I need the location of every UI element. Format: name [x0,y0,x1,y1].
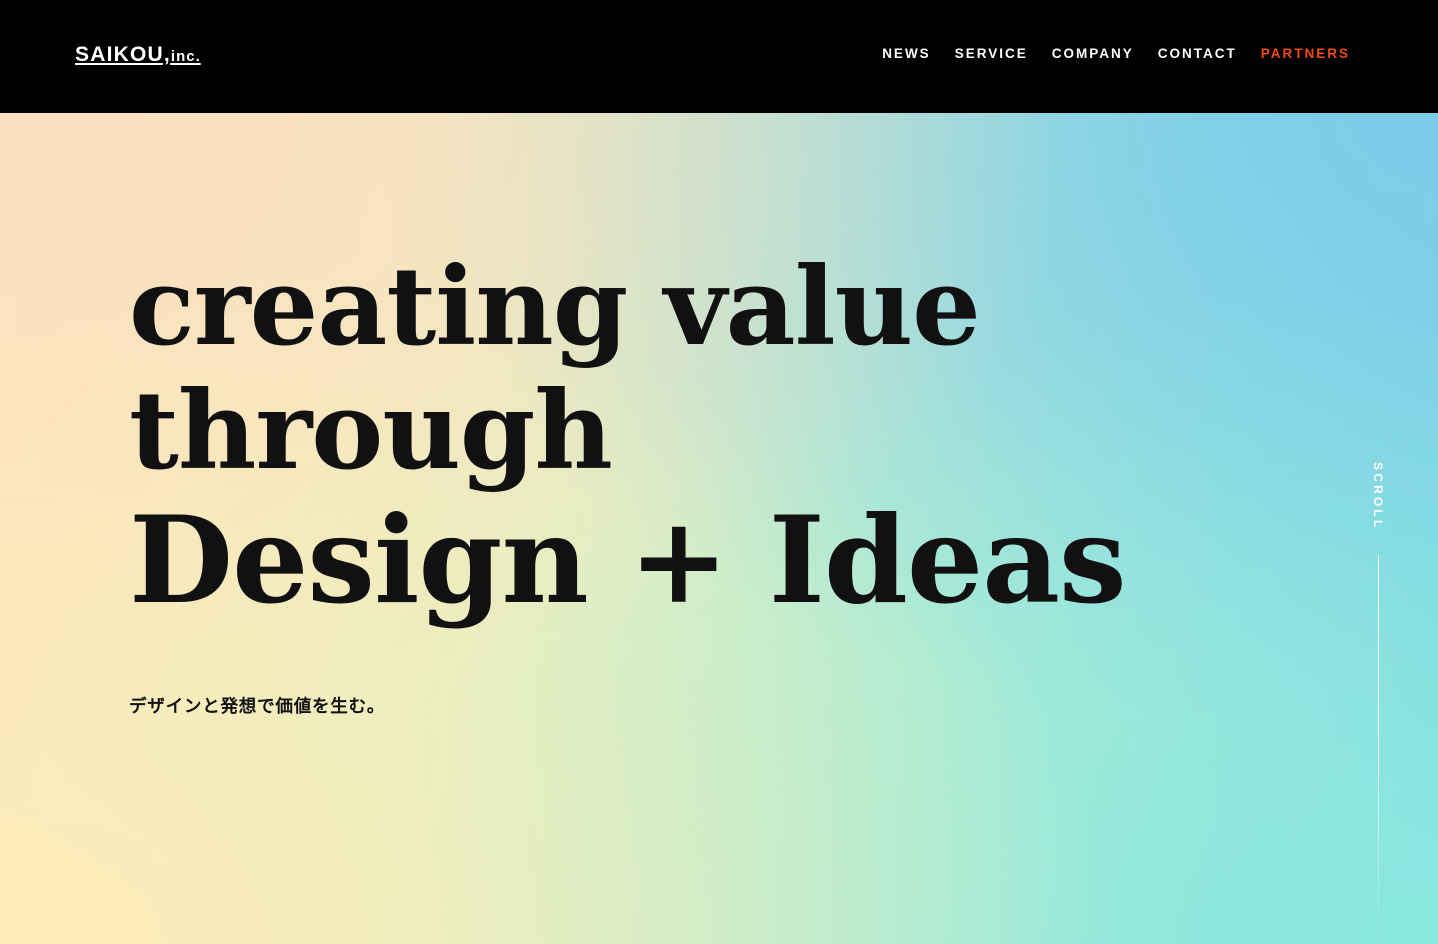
logo-suffix-text: inc. [170,48,201,65]
hero-copy-block: creating value through Design + Ideas デザ… [129,113,1129,718]
nav-item-news[interactable]: NEWS [870,47,943,61]
headline-line-1: creating value [129,244,981,370]
nav-item-partners[interactable]: PARTNERS [1249,47,1350,61]
headline-line-2: through [129,368,613,494]
nav-item-service[interactable]: SERVICE [943,47,1040,61]
site-header: SAIKOU,inc. NEWS SERVICE COMPANY CONTACT… [0,0,1438,113]
logo-primary-text: SAIKOU, [75,43,171,66]
hero-section: creating value through Design + Ideas デザ… [0,113,1438,944]
scroll-label: SCROLL [1371,462,1385,531]
hero-subtitle: デザインと発想で価値を生む。 [129,697,386,717]
hero-headline: creating value through Design + Ideas [129,245,1129,627]
nav-item-company[interactable]: COMPANY [1040,47,1146,61]
site-logo[interactable]: SAIKOU,inc. [75,44,201,65]
nav-item-contact[interactable]: CONTACT [1146,47,1249,61]
landing-page: SAIKOU,inc. NEWS SERVICE COMPANY CONTACT… [0,0,1438,944]
headline-line-3: Design + Ideas [129,490,1127,631]
scroll-indicator[interactable]: SCROLL [1366,462,1390,944]
scroll-line [1377,554,1379,944]
main-navigation: NEWS SERVICE COMPANY CONTACT PARTNERS [870,47,1350,61]
